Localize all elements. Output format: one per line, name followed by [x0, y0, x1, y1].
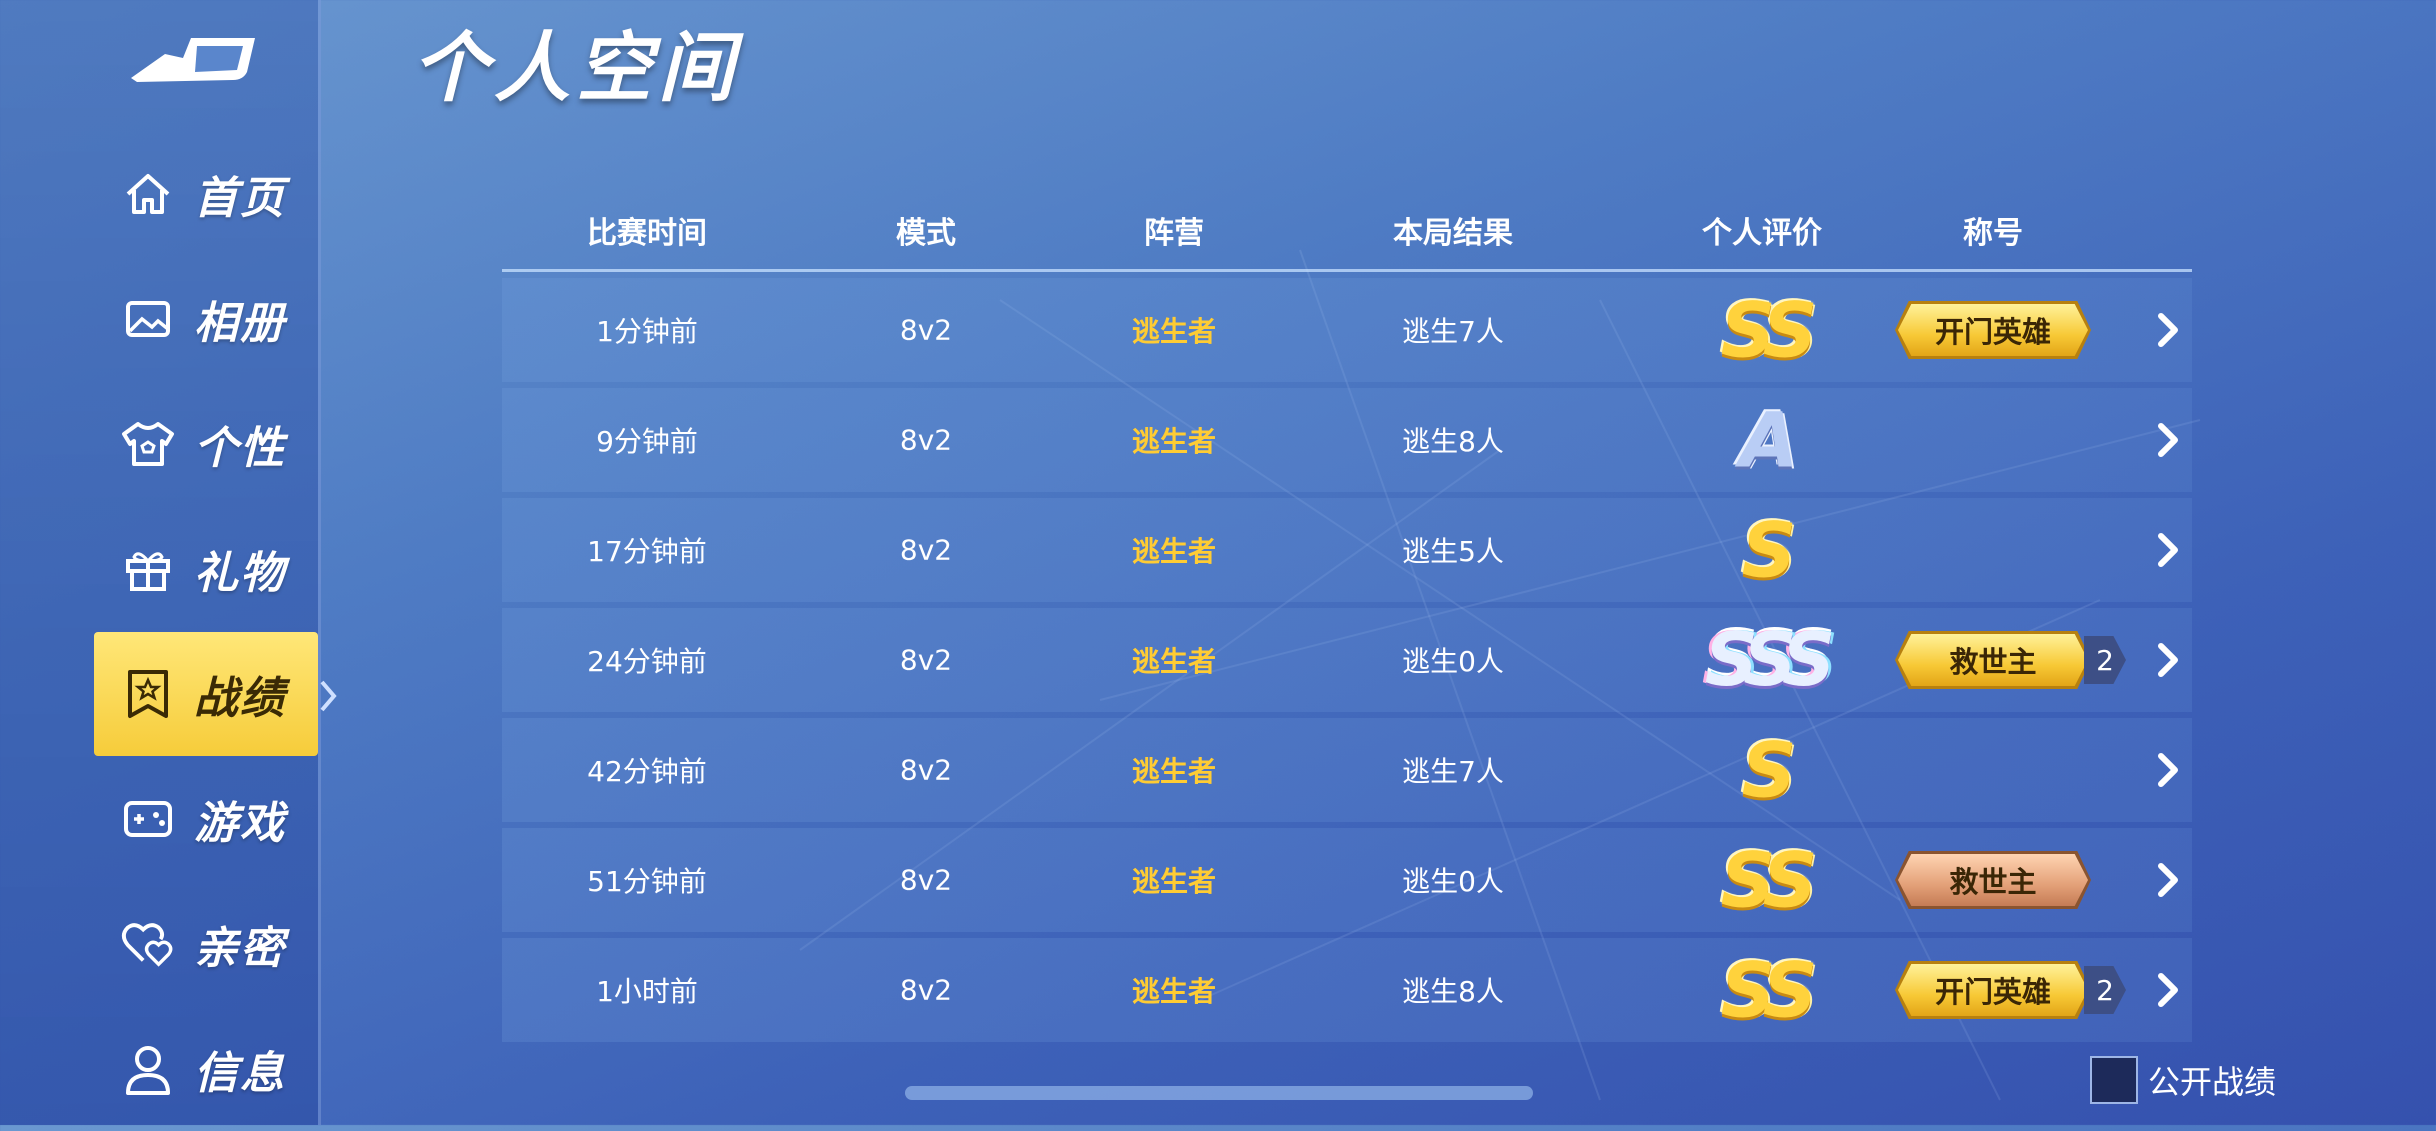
match-mode: 8v2 — [899, 863, 953, 897]
column-header-rating: 个人评价 — [1702, 216, 1822, 251]
title-count-badge: 2 — [2084, 636, 2126, 684]
match-camp: 逃生者 — [1131, 865, 1217, 898]
table-row[interactable]: 1分钟前 8v2 逃生者 逃生7人 SS 开门英雄 — [502, 278, 2192, 382]
app-logo — [131, 38, 255, 82]
column-header-result: 本局结果 — [1393, 216, 1513, 251]
album-icon — [120, 291, 176, 347]
match-result: 逃生0人 — [1402, 645, 1504, 678]
home-icon — [120, 166, 176, 222]
match-time: 24分钟前 — [587, 645, 707, 678]
table-row[interactable]: 24分钟前 8v2 逃生者 逃生0人 SSS 救世主 2 — [502, 608, 2192, 712]
user-icon — [120, 1041, 176, 1097]
sidebar-item-games[interactable]: 游戏 — [94, 757, 318, 881]
match-mode: 8v2 — [899, 753, 953, 787]
sidebar-item-label: 信息 — [194, 1048, 286, 1099]
match-mode: 8v2 — [899, 533, 953, 567]
title-badge[interactable]: 开门英雄 — [1898, 304, 2088, 356]
match-camp: 逃生者 — [1131, 535, 1217, 568]
table-row[interactable]: 51分钟前 8v2 逃生者 逃生0人 SS 救世主 — [502, 828, 2192, 932]
match-result: 逃生0人 — [1402, 865, 1504, 898]
match-time: 1分钟前 — [596, 315, 698, 348]
column-header-mode: 模式 — [896, 216, 956, 251]
page-title: 个人空间 — [412, 23, 740, 112]
rating-grade: SS — [1720, 945, 1818, 1035]
hearts-icon — [120, 916, 176, 972]
match-time: 51分钟前 — [587, 865, 707, 898]
sidebar-item-label: 相册 — [194, 298, 286, 349]
sidebar-item-gift[interactable]: 礼物 — [94, 507, 318, 631]
match-mode: 8v2 — [899, 973, 953, 1007]
public-records-label: 公开战绩 — [2148, 1063, 2277, 1101]
chevron-right-icon[interactable] — [2154, 530, 2184, 570]
rating-grade: S — [1741, 505, 1797, 595]
table-row[interactable]: 42分钟前 8v2 逃生者 逃生7人 S — [502, 718, 2192, 822]
header-divider — [502, 269, 2192, 272]
records-table: 比赛时间 模式 阵营 本局结果 个人评价 称号 1分钟前 8v2 逃生者 逃生7人 SS… — [502, 190, 2192, 1042]
sidebar-item-style[interactable]: 个性 — [94, 382, 318, 506]
sidebar-item-intimacy[interactable]: 亲密 — [94, 882, 318, 1006]
chevron-right-icon — [320, 680, 337, 712]
rating-grade: SS — [1720, 835, 1818, 925]
sidebar-item-label: 亲密 — [194, 923, 286, 974]
table-body: 1分钟前 8v2 逃生者 逃生7人 SS 开门英雄 9分钟前 8v2 逃生者 逃生8人 A 17分钟前… — [502, 278, 2192, 1042]
match-time: 9分钟前 — [596, 425, 698, 458]
chevron-right-icon[interactable] — [2154, 420, 2184, 460]
gamepad-icon — [120, 791, 176, 847]
match-camp: 逃生者 — [1131, 755, 1217, 788]
chevron-right-icon[interactable] — [2154, 970, 2184, 1010]
sidebar-item-label: 礼物 — [194, 548, 286, 599]
match-result: 逃生7人 — [1402, 315, 1504, 348]
match-camp: 逃生者 — [1131, 975, 1217, 1008]
public-records-toggle[interactable]: 公开战绩 — [2090, 1056, 2276, 1104]
sidebar-item-records[interactable]: 战绩 — [94, 632, 318, 756]
match-time: 42分钟前 — [587, 755, 707, 788]
badge-icon — [120, 666, 176, 722]
scrollbar[interactable] — [905, 1086, 1533, 1100]
chevron-right-icon[interactable] — [2154, 750, 2184, 790]
sidebar-item-label: 首页 — [194, 173, 286, 224]
title-count-badge: 2 — [2084, 966, 2126, 1014]
sidebar-item-label: 个性 — [194, 423, 286, 474]
chevron-right-icon[interactable] — [2154, 640, 2184, 680]
match-camp: 逃生者 — [1131, 315, 1217, 348]
table-header: 比赛时间 模式 阵营 本局结果 个人评价 称号 — [502, 190, 2192, 272]
sidebar-item-label: 战绩 — [194, 673, 286, 724]
title-badge[interactable]: 救世主 — [1898, 634, 2088, 686]
chevron-right-icon[interactable] — [2154, 310, 2184, 350]
shirt-icon — [120, 416, 176, 472]
match-result: 逃生8人 — [1402, 425, 1504, 458]
sidebar-item-info[interactable]: 信息 — [94, 1007, 318, 1131]
match-result: 逃生5人 — [1402, 535, 1504, 568]
match-mode: 8v2 — [899, 423, 953, 457]
chevron-right-icon[interactable] — [2154, 860, 2184, 900]
rating-grade: S — [1741, 725, 1797, 815]
column-header-time: 比赛时间 — [587, 216, 707, 251]
sidebar-item-label: 游戏 — [194, 798, 286, 849]
public-records-checkbox[interactable] — [2090, 1056, 2138, 1104]
table-row[interactable]: 17分钟前 8v2 逃生者 逃生5人 S — [502, 498, 2192, 602]
match-camp: 逃生者 — [1131, 425, 1217, 458]
rating-grade: SSS — [1704, 617, 1836, 703]
rating-grade: SS — [1720, 285, 1818, 375]
match-mode: 8v2 — [899, 643, 953, 677]
rating-grade: A — [1739, 395, 1799, 485]
table-row[interactable]: 1小时前 8v2 逃生者 逃生8人 SS 开门英雄 2 — [502, 938, 2192, 1042]
sidebar-item-album[interactable]: 相册 — [94, 257, 318, 381]
gift-icon — [120, 541, 176, 597]
column-header-camp: 阵营 — [1144, 216, 1204, 251]
match-time: 17分钟前 — [587, 535, 707, 568]
column-header-title: 称号 — [1963, 216, 2023, 251]
match-result: 逃生8人 — [1402, 975, 1504, 1008]
sidebar-item-home[interactable]: 首页 — [94, 132, 318, 256]
match-time: 1小时前 — [596, 975, 698, 1008]
match-camp: 逃生者 — [1131, 645, 1217, 678]
title-badge[interactable]: 救世主 — [1898, 854, 2088, 906]
table-row[interactable]: 9分钟前 8v2 逃生者 逃生8人 A — [502, 388, 2192, 492]
match-result: 逃生7人 — [1402, 755, 1504, 788]
match-mode: 8v2 — [899, 313, 953, 347]
title-badge[interactable]: 开门英雄 — [1898, 964, 2088, 1016]
